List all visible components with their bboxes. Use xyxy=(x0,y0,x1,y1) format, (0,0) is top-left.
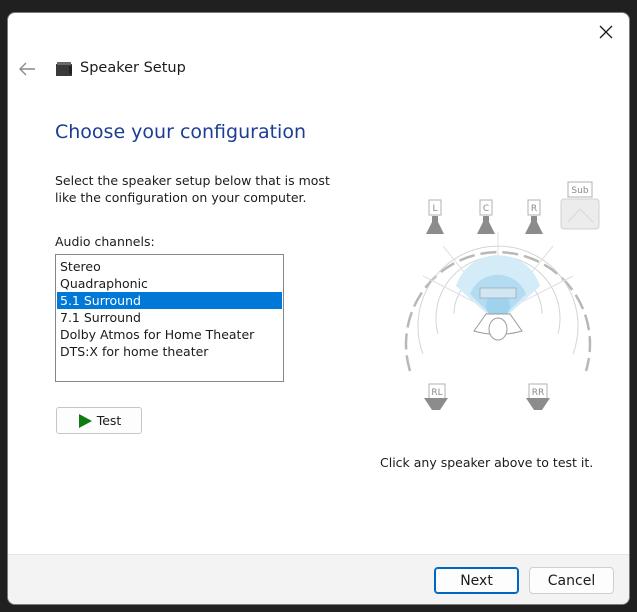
audio-channels-label: Audio channels: xyxy=(55,234,155,249)
speaker-label-r: R xyxy=(531,204,537,214)
speaker-rear-right[interactable]: RR xyxy=(526,383,550,410)
channel-item-stereo[interactable]: Stereo xyxy=(57,258,282,275)
instruction-text: Select the speaker setup below that is m… xyxy=(55,173,330,205)
close-icon xyxy=(599,25,613,39)
page-heading: Choose your configuration xyxy=(55,121,306,143)
channel-item-quadraphonic[interactable]: Quadraphonic xyxy=(57,275,282,292)
channel-item-7-1-surround[interactable]: 7.1 Surround xyxy=(57,309,282,326)
play-icon xyxy=(78,413,92,428)
speaker-diagram: L C R Sub RL RR xyxy=(404,181,600,410)
channel-item-dtsx[interactable]: DTS:X for home theater xyxy=(57,343,282,360)
speaker-label-rl: RL xyxy=(431,388,442,398)
speaker-setup-window: Speaker Setup Choose your configuration … xyxy=(7,12,630,605)
audio-channels-list[interactable]: Stereo Quadraphonic 5.1 Surround 7.1 Sur… xyxy=(55,254,284,382)
test-button-label: Test xyxy=(96,413,122,428)
window-title: Speaker Setup xyxy=(80,60,186,76)
listening-area xyxy=(404,232,592,372)
speaker-center[interactable]: C xyxy=(477,199,495,234)
channel-item-dolby-atmos[interactable]: Dolby Atmos for Home Theater xyxy=(57,326,282,343)
speaker-label-c: C xyxy=(483,204,489,214)
back-button[interactable] xyxy=(14,57,40,81)
speaker-icon xyxy=(56,62,72,76)
speaker-rear-left[interactable]: RL xyxy=(424,383,448,410)
test-hint-text: Click any speaker above to test it. xyxy=(380,455,594,470)
speaker-label-sub: Sub xyxy=(571,186,588,196)
next-button[interactable]: Next xyxy=(434,567,519,594)
test-button[interactable]: Test xyxy=(56,407,142,434)
close-button[interactable] xyxy=(591,19,621,45)
cancel-button[interactable]: Cancel xyxy=(529,567,614,594)
channel-item-5-1-surround[interactable]: 5.1 Surround xyxy=(57,292,282,309)
footer-bar: Next Cancel xyxy=(8,554,629,604)
speaker-label-l: L xyxy=(432,204,437,214)
speaker-subwoofer[interactable]: Sub xyxy=(560,181,600,230)
speaker-front-left[interactable]: L xyxy=(426,199,444,234)
speaker-label-rr: RR xyxy=(532,388,545,398)
speaker-front-right[interactable]: R xyxy=(525,199,543,234)
back-arrow-icon xyxy=(19,62,35,76)
